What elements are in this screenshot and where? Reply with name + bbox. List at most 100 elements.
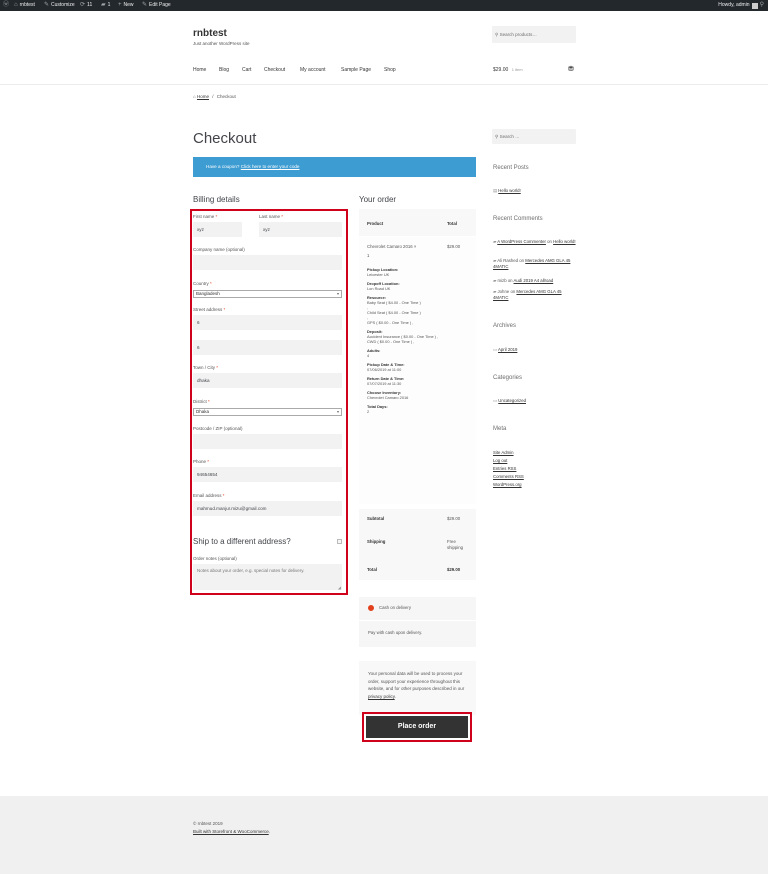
order-review-table: Product Total Chevrolet Camaro 2016 × 1 … — [359, 209, 476, 580]
street-field-2[interactable]: 6 — [193, 340, 342, 355]
product-search-input[interactable]: ⚲ Search products… — [492, 26, 576, 43]
order-totals: Subtotal $29.00 Shipping Free shipping T… — [359, 509, 476, 580]
place-order-button[interactable]: Place order — [366, 716, 468, 738]
meta-pickup-date: Pickup Date & Time: 07/06/2019 at 11:00 — [367, 362, 405, 372]
basket-icon[interactable]: ⛃ — [568, 65, 574, 73]
sidebar-search-input[interactable]: ⚲ Search … — [492, 129, 576, 144]
plus-icon: + — [118, 2, 122, 8]
privacy-text: Your personal data will be used to proce… — [368, 671, 465, 699]
page-title: Checkout — [193, 130, 257, 147]
first-name-field[interactable]: xyz — [193, 222, 242, 237]
header-cart[interactable]: $29.00 1 item — [493, 67, 523, 73]
last-name-field[interactable]: xyz — [259, 222, 342, 237]
street-label: Street address * — [193, 307, 226, 312]
cart-total: $29.00 — [493, 67, 509, 73]
breadcrumb-current: Checkout — [216, 94, 236, 99]
phone-field[interactable]: 94654654 — [193, 467, 342, 482]
company-field[interactable] — [193, 255, 342, 270]
company-label: Company name (optional) — [193, 247, 245, 252]
folder-icon: ▭ — [493, 398, 498, 403]
payment-box: Cash on delivery Pay with cash upon deli… — [359, 597, 476, 647]
meta-comments-rss[interactable]: Comments RSS — [493, 474, 524, 479]
privacy-box: Your personal data will be used to proce… — [359, 661, 476, 715]
meta-resource: Resource: Baby Seat ( $4.00 - One Time ),… — [367, 295, 421, 325]
payment-method-label[interactable]: Cash on delivery — [379, 605, 411, 611]
resize-handle-icon[interactable]: ◢ — [338, 585, 341, 590]
site-footer: © rnbtest 2019 Built with Storefront & W… — [0, 796, 768, 874]
nav-cart[interactable]: Cart — [242, 67, 251, 73]
nav-home[interactable]: Home — [193, 67, 206, 73]
nav-my-account[interactable]: My account — [300, 67, 326, 73]
admin-bar-account[interactable]: Howdy, admin ⚲ — [718, 0, 764, 11]
comment-icon: ▰ — [493, 258, 497, 263]
nav-checkout[interactable]: Checkout — [264, 67, 285, 73]
archive-link[interactable]: April 2019 — [498, 347, 517, 352]
order-item-row: Chevrolet Camaro 2016 × 1 $29.00 Pickup … — [359, 237, 476, 504]
footer-credit-link[interactable]: Built with Storefront & WooCommerce — [193, 829, 269, 834]
breadcrumb-home[interactable]: Home — [197, 94, 209, 99]
city-field[interactable]: dhaka — [193, 373, 342, 388]
nav-shop[interactable]: Shop — [384, 67, 396, 73]
admin-bar-site[interactable]: ⌂ rnbtest — [14, 0, 35, 11]
country-select[interactable]: Bangladesh ▾ — [193, 290, 342, 298]
district-select[interactable]: Dhaka ▾ — [193, 408, 342, 416]
payment-radio[interactable] — [368, 605, 374, 611]
comment-icon: ▰ — [493, 289, 497, 294]
meta-site-admin[interactable]: Site Admin — [493, 450, 514, 455]
comment-item: ▰ Johne on Mercedes AMG GLA 45 4MATIC — [493, 289, 562, 300]
meta-wordpress-org[interactable]: WordPress.org — [493, 482, 522, 487]
chevron-down-icon: ▾ — [336, 409, 339, 414]
comment-icon: ▰ — [493, 239, 497, 244]
comment-icon: ▰ — [493, 278, 497, 283]
subtotal-value: $29.00 — [447, 516, 461, 521]
recent-posts-title: Recent Posts — [493, 165, 529, 171]
wordpress-logo-icon[interactable]: ⓦ — [3, 0, 9, 11]
ship-different-label: Ship to a different address? — [193, 537, 291, 546]
col-product: Product — [367, 221, 384, 226]
meta-dropoff: Dropoff Location: Lon Road UK — [367, 281, 400, 291]
comment-item: ▰ mizb on Audi 2019 A4 allroad — [493, 278, 554, 283]
street-field-1[interactable]: 6 — [193, 315, 342, 330]
subtotal-label: Subtotal — [367, 516, 385, 521]
meta-total-days: Total Days: 2 — [367, 404, 388, 414]
meta-log-out[interactable]: Log out — [493, 458, 507, 463]
admin-bar-new[interactable]: + New — [118, 0, 134, 11]
coupon-banner: Have a coupon? Click here to enter your … — [193, 157, 476, 177]
privacy-policy-link[interactable]: privacy policy — [368, 694, 395, 699]
nav-blog[interactable]: Blog — [219, 67, 229, 73]
shipping-value: Free shipping — [447, 539, 464, 550]
district-label: District * — [193, 399, 210, 404]
primary-nav: Home Blog Cart Checkout My account Sampl… — [193, 67, 453, 75]
comment-item: ▰ Ali Rashed on Mercedes AMG GLA 45 4MAT… — [493, 258, 571, 269]
admin-bar-edit-page[interactable]: ✎ Edit Page — [142, 0, 171, 11]
meta-entries-rss[interactable]: Entries RSS — [493, 466, 516, 471]
admin-bar-comments[interactable]: ▰ 1 — [101, 0, 110, 11]
archive-item: ▭ April 2019 — [493, 347, 517, 353]
coupon-link[interactable]: Click here to enter your code — [241, 164, 300, 169]
comment-item: ▰ A WordPress Commenter on Hello world! — [493, 239, 576, 244]
chevron-down-icon: ▾ — [336, 291, 339, 296]
ship-different-checkbox[interactable] — [337, 539, 342, 544]
total-label: Total — [367, 567, 377, 572]
email-field[interactable]: mahmud.manjur.mizu@gmail.com — [193, 501, 342, 516]
product-meta: Pickup Location: Leicester UK Dropoff Loc… — [367, 267, 441, 414]
shipping-label: Shipping — [367, 539, 386, 544]
product-name: Chevrolet Camaro 2016 × — [367, 244, 417, 249]
meta-return-date: Return Date & Time: 07/07/2019 at 11:30 — [367, 376, 405, 386]
document-icon: ▤ — [493, 188, 498, 193]
category-link[interactable]: Uncategorized — [498, 398, 526, 403]
postcode-field[interactable] — [193, 434, 342, 449]
meta-inventory: Choose Inventory: Chevrolet Camaro 2016 — [367, 390, 409, 400]
search-icon[interactable]: ⚲ — [760, 0, 764, 11]
recent-post-link[interactable]: Hello world! — [498, 188, 520, 193]
order-table-header: Product Total — [359, 209, 476, 237]
home-icon: ⌂ — [193, 94, 196, 99]
footer-credit: Built with Storefront & WooCommerce. — [193, 829, 270, 834]
order-notes-label: Order notes (optional) — [193, 556, 237, 561]
recent-post-item: ▤ Hello world! — [493, 188, 521, 194]
order-notes-textarea[interactable]: Notes about your order, e.g. special not… — [193, 564, 342, 590]
nav-sample-page[interactable]: Sample Page — [341, 67, 371, 73]
admin-bar-customize[interactable]: ✎ Customize — [44, 0, 75, 11]
admin-bar-updates[interactable]: ⟳ 11 — [80, 0, 92, 11]
site-title[interactable]: rnbtest — [193, 28, 227, 39]
